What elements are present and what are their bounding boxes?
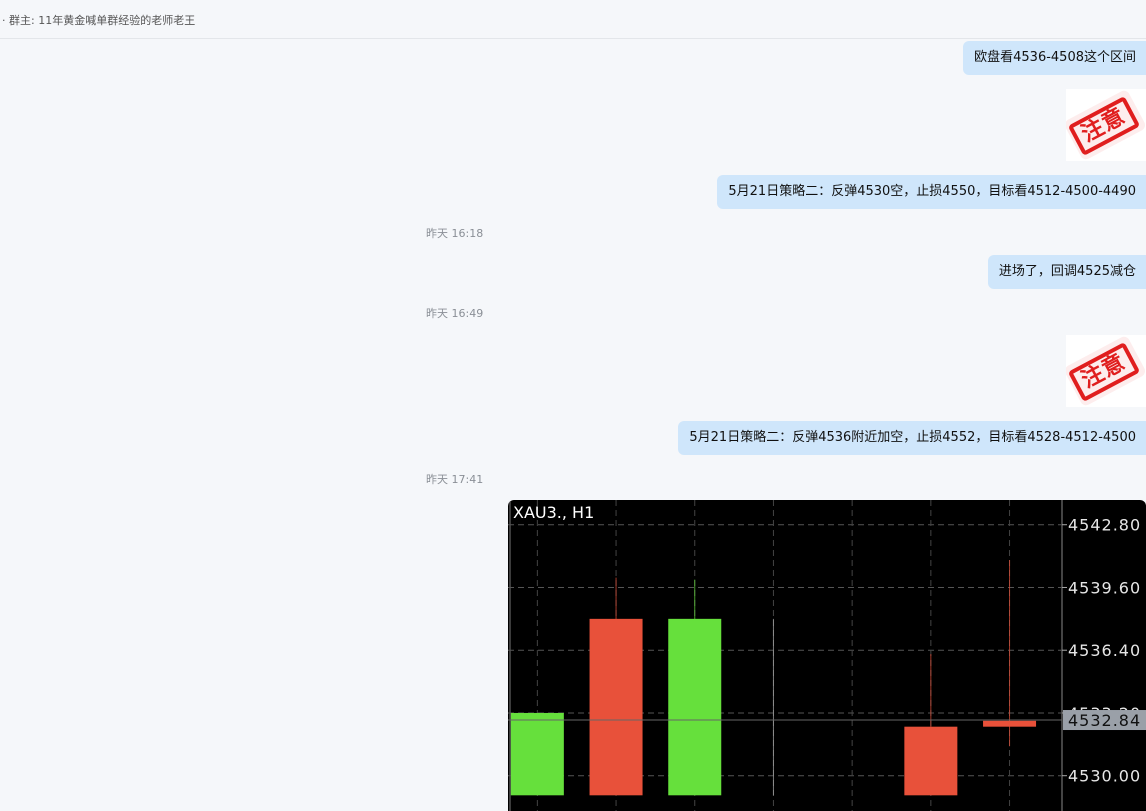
attention-sticker[interactable]: 注意 <box>1066 89 1146 161</box>
price-tick-label: 4536.40 <box>1068 641 1141 660</box>
chat-header: · 群主: 11年黄金喊单群经验的老师老王 <box>0 0 1146 39</box>
message-bubble[interactable]: 欧盘看4536-4508这个区间 <box>963 41 1146 75</box>
message-timestamp: 昨天 16:18 <box>426 227 484 240</box>
candle-body <box>668 618 722 796</box>
candle-body <box>589 618 643 796</box>
candle-body <box>510 712 564 796</box>
attention-sticker[interactable]: 注意 <box>1066 335 1146 407</box>
message-bubble[interactable]: 5月21日策略二：反弹4530空，止损4550，目标看4512-4500-449… <box>717 175 1146 209</box>
candle-body <box>983 720 1037 727</box>
message-timestamp: 昨天 16:49 <box>426 307 484 320</box>
candlestick-chart: 4542.804539.604536.404533.204530.004532.… <box>508 500 1146 811</box>
price-tick-label: 4539.60 <box>1068 578 1141 597</box>
chart-title: XAU3., H1 <box>513 503 595 522</box>
message-bubble[interactable]: 进场了，回调4525减仓 <box>987 255 1146 289</box>
price-tick-label: 4542.80 <box>1068 516 1141 535</box>
current-price-label: 4532.84 <box>1068 711 1141 730</box>
group-owner-label: · 群主: 11年黄金喊单群经验的老师老王 <box>2 14 196 27</box>
message-timestamp: 昨天 17:41 <box>426 473 484 486</box>
price-chart-image[interactable]: 4542.804539.604536.404533.204530.004532.… <box>508 500 1146 811</box>
message-bubble[interactable]: 5月21日策略二：反弹4536附近加空，止损4552，目标看4528-4512-… <box>678 421 1146 455</box>
candle-body <box>904 726 958 796</box>
price-tick-label: 4530.00 <box>1068 767 1141 786</box>
